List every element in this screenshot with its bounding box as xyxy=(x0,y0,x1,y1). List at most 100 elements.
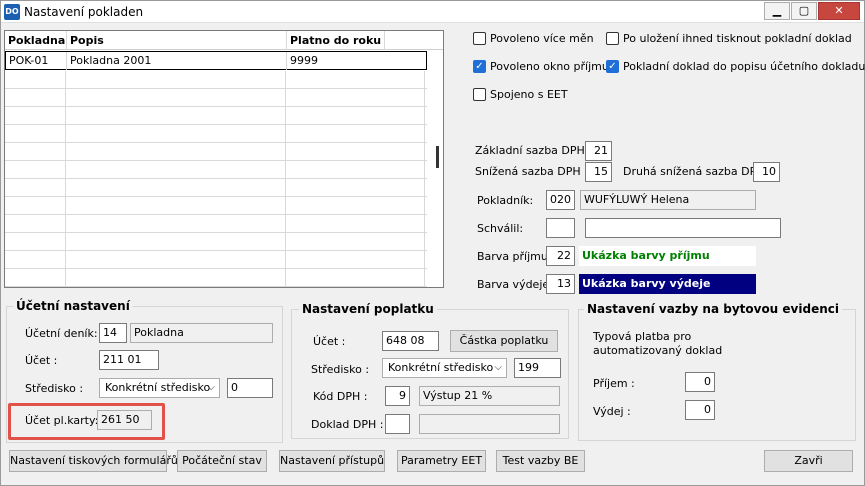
schvalil-code-field[interactable] xyxy=(546,218,575,238)
ucetni-denik-name-field: Pokladna xyxy=(130,323,273,343)
nastaveni-pristupu-button[interactable]: Nastavení přístupů xyxy=(279,450,385,472)
empty-table-row[interactable] xyxy=(5,197,427,215)
group-title-vazba: Nastavení vazby na bytovou evidenci xyxy=(584,302,842,316)
empty-table-row[interactable] xyxy=(5,89,427,107)
pocatecni-stav-button[interactable]: Počáteční stav xyxy=(177,450,267,472)
druha-sazba-field[interactable]: 10 xyxy=(753,162,780,182)
empty-cell xyxy=(5,107,66,125)
empty-table-row[interactable] xyxy=(5,251,427,269)
empty-cell xyxy=(286,89,425,107)
poplatek-stredisko-select[interactable]: Konkrétní středisko ⌵ xyxy=(382,358,507,378)
empty-table-row[interactable] xyxy=(5,161,427,179)
empty-cell xyxy=(66,197,286,215)
title-bar: DO Nastavení pokladen ▁ ▢ ✕ xyxy=(1,1,864,23)
empty-cell xyxy=(66,71,286,89)
poplatek-stredisko-code-field[interactable]: 199 xyxy=(514,358,561,378)
check-icon[interactable]: ✓ xyxy=(606,60,619,73)
test-vazby-button[interactable]: Test vazby BE xyxy=(496,450,585,472)
label-vazba-prijem: Příjem : xyxy=(593,377,635,390)
column-header-popis[interactable]: Popis xyxy=(67,31,287,50)
window-title: Nastavení pokladen xyxy=(24,5,144,19)
empty-table-row[interactable] xyxy=(5,71,427,89)
label-snizena-sazba: Snížená sazba DPH xyxy=(475,165,581,178)
empty-cell xyxy=(286,71,425,89)
table-row[interactable]: POK-01 Pokladna 2001 9999 xyxy=(5,51,427,70)
empty-cell xyxy=(286,269,425,287)
parametry-eet-button[interactable]: Parametry EET xyxy=(397,450,486,472)
empty-cell xyxy=(5,179,66,197)
empty-table-row[interactable] xyxy=(5,233,427,251)
poplatek-ucet-field[interactable]: 648 08 xyxy=(382,331,439,351)
empty-table-row[interactable] xyxy=(5,179,427,197)
empty-table-row[interactable] xyxy=(5,125,427,143)
empty-table-row[interactable] xyxy=(5,143,427,161)
label-typova-platba: Typová platba pro automatizovaný doklad xyxy=(593,330,723,357)
empty-cell xyxy=(66,143,286,161)
empty-table-row[interactable] xyxy=(5,215,427,233)
empty-cell xyxy=(66,179,286,197)
doklad-dph-desc-field xyxy=(419,414,560,434)
empty-cell xyxy=(286,197,425,215)
empty-table-row[interactable] xyxy=(5,269,427,287)
empty-cell xyxy=(286,143,425,161)
label-kod-dph: Kód DPH : xyxy=(313,390,368,403)
vazba-prijem-field[interactable]: 0 xyxy=(685,372,715,392)
minimize-button[interactable]: ▁ xyxy=(764,2,790,20)
snizena-sazba-field[interactable]: 15 xyxy=(585,162,612,182)
scrollbar-thumb[interactable] xyxy=(436,146,439,168)
app-icon: DO xyxy=(4,4,20,20)
ucet-field[interactable]: 211 01 xyxy=(99,350,159,370)
empty-cell xyxy=(5,251,66,269)
empty-cell xyxy=(286,107,425,125)
stredisko-select[interactable]: Konkrétní středisko ⌵ xyxy=(99,378,220,398)
maximize-button[interactable]: ▢ xyxy=(791,2,817,20)
column-header-pokladna[interactable]: Pokladna xyxy=(5,31,67,50)
vazba-vydej-field[interactable]: 0 xyxy=(685,400,715,420)
grid-header: Pokladna Popis Platno do roku xyxy=(5,31,443,50)
group-nastaveni-vazby xyxy=(578,309,856,441)
cash-desk-grid[interactable]: Pokladna Popis Platno do roku POK-01 Pok… xyxy=(4,30,444,288)
cell-pokladna: POK-01 xyxy=(6,52,67,70)
checkbox-box[interactable] xyxy=(606,32,619,45)
barva-prijmu-field[interactable]: 22 xyxy=(546,246,575,266)
empty-table-row[interactable] xyxy=(5,107,427,125)
zakladni-sazba-field[interactable]: 21 xyxy=(585,141,612,161)
empty-cell xyxy=(66,161,286,179)
castka-poplatku-button[interactable]: Částka poplatku xyxy=(450,330,558,352)
checkbox-box[interactable] xyxy=(473,88,486,101)
group-title-ucetni: Účetní nastavení xyxy=(13,299,133,313)
column-header-platno[interactable]: Platno do roku xyxy=(287,31,385,50)
stredisko-value-field[interactable]: 0 xyxy=(227,378,273,398)
empty-cell xyxy=(286,215,425,233)
label-ucetni-denik: Účetní deník: xyxy=(25,327,98,340)
kod-dph-field[interactable]: 9 xyxy=(385,386,410,406)
cell-popis: Pokladna 2001 xyxy=(67,52,287,70)
label-doklad-dph: Doklad DPH : xyxy=(311,418,384,431)
schvalil-name-field[interactable] xyxy=(585,218,781,238)
check-icon[interactable]: ✓ xyxy=(473,60,486,73)
empty-cell xyxy=(66,269,286,287)
stredisko-select-value: Konkrétní středisko xyxy=(105,381,211,394)
pokladnik-name-field: WUFÝLUWÝ Helena xyxy=(580,190,756,210)
checkbox-label: Povoleno více měn xyxy=(490,32,594,45)
chevron-down-icon: ⌵ xyxy=(494,362,502,373)
tiskove-formulare-button[interactable]: Nastavení tiskových formulářů xyxy=(9,450,178,472)
barva-vydeje-field[interactable]: 13 xyxy=(546,274,575,294)
close-window-button[interactable]: ✕ xyxy=(818,2,860,20)
zavri-button[interactable]: Zavři xyxy=(764,450,853,472)
empty-cell xyxy=(5,143,66,161)
empty-cell xyxy=(5,125,66,143)
checkbox-box[interactable] xyxy=(473,32,486,45)
pokladnik-code-field[interactable]: 020 xyxy=(546,190,575,210)
checkbox-label: Po uložení ihned tisknout pokladní dokla… xyxy=(623,32,852,45)
label-zakladni-sazba: Základní sazba DPH xyxy=(475,144,585,157)
prijem-color-sample: Ukázka barvy příjmu xyxy=(579,246,756,266)
empty-cell xyxy=(5,197,66,215)
poplatek-stredisko-value: Konkrétní středisko xyxy=(388,361,494,374)
empty-cell xyxy=(5,233,66,251)
ucetni-denik-code-field[interactable]: 14 xyxy=(99,323,127,343)
empty-cell xyxy=(66,89,286,107)
empty-cell xyxy=(5,215,66,233)
label-vazba-vydej: Výdej : xyxy=(593,405,631,418)
doklad-dph-field[interactable] xyxy=(385,414,410,434)
